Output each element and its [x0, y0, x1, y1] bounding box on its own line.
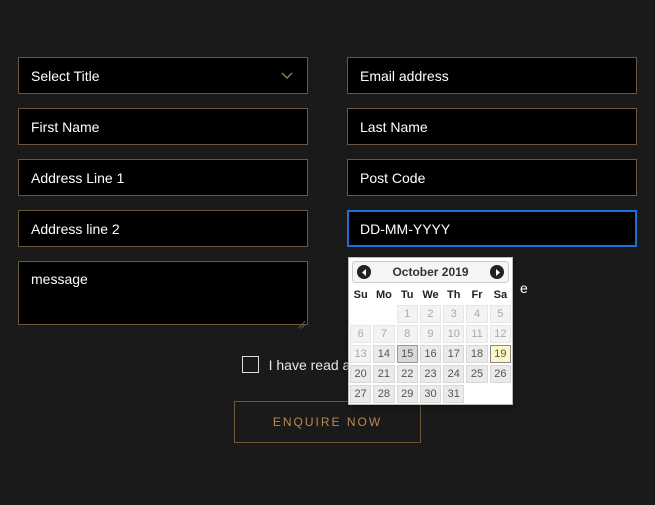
- obscured-text-tail: e: [520, 280, 528, 296]
- datepicker-day[interactable]: 31: [443, 385, 464, 403]
- datepicker-dow: Tu: [396, 286, 419, 304]
- datepicker-day[interactable]: 15: [397, 345, 418, 363]
- datepicker-day[interactable]: 14: [373, 345, 394, 363]
- datepicker-week: 2728293031: [349, 384, 512, 404]
- datepicker-day[interactable]: 12: [490, 325, 511, 343]
- datepicker-day[interactable]: 6: [350, 325, 371, 343]
- datepicker-grid: SuMoTuWeThFrSa 1234567891011121314151617…: [349, 286, 512, 404]
- next-month-button[interactable]: [490, 265, 504, 279]
- consent-row: I have read and agree t: [18, 356, 637, 373]
- date-field[interactable]: [347, 210, 637, 247]
- datepicker[interactable]: October 2019 SuMoTuWeThFrSa 123456789101…: [348, 257, 513, 405]
- datepicker-day[interactable]: 2: [420, 305, 441, 323]
- datepicker-day[interactable]: 1: [397, 305, 418, 323]
- datepicker-day[interactable]: 8: [397, 325, 418, 343]
- datepicker-day[interactable]: 27: [350, 385, 371, 403]
- title-select-value[interactable]: [18, 57, 308, 94]
- datepicker-day[interactable]: 17: [443, 345, 464, 363]
- datepicker-dow: Sa: [489, 286, 512, 304]
- datepicker-day[interactable]: 19: [490, 345, 511, 363]
- address1-field[interactable]: [18, 159, 308, 196]
- datepicker-day[interactable]: 7: [373, 325, 394, 343]
- prev-month-button[interactable]: [357, 265, 371, 279]
- datepicker-dow-row: SuMoTuWeThFrSa: [349, 286, 512, 304]
- firstname-field[interactable]: [18, 108, 308, 145]
- datepicker-day[interactable]: 26: [490, 365, 511, 383]
- datepicker-day[interactable]: 23: [420, 365, 441, 383]
- datepicker-empty: [373, 312, 394, 316]
- datepicker-week: 20212223242526: [349, 364, 512, 384]
- enquiry-form: I have read and agree t ENQUIRE NOW: [0, 0, 655, 443]
- datepicker-day[interactable]: 11: [466, 325, 487, 343]
- datepicker-day[interactable]: 3: [443, 305, 464, 323]
- postcode-field[interactable]: [347, 159, 637, 196]
- datepicker-day[interactable]: 20: [350, 365, 371, 383]
- datepicker-title: October 2019: [392, 265, 468, 279]
- datepicker-header: October 2019: [352, 261, 509, 283]
- title-select[interactable]: [18, 57, 308, 94]
- datepicker-day[interactable]: 18: [466, 345, 487, 363]
- datepicker-day[interactable]: 22: [397, 365, 418, 383]
- datepicker-day[interactable]: 28: [373, 385, 394, 403]
- datepicker-day[interactable]: 13: [350, 345, 371, 363]
- datepicker-dow: Th: [442, 286, 465, 304]
- datepicker-dow: We: [419, 286, 442, 304]
- email-field[interactable]: [347, 57, 637, 94]
- datepicker-dow: Mo: [372, 286, 395, 304]
- datepicker-day[interactable]: 21: [373, 365, 394, 383]
- datepicker-body: 1234567891011121314151617181920212223242…: [349, 304, 512, 404]
- datepicker-week: 12345: [349, 304, 512, 324]
- datepicker-day[interactable]: 16: [420, 345, 441, 363]
- datepicker-empty: [490, 392, 511, 396]
- datepicker-week: 6789101112: [349, 324, 512, 344]
- datepicker-empty: [466, 392, 487, 396]
- lastname-field[interactable]: [347, 108, 637, 145]
- datepicker-day[interactable]: 29: [397, 385, 418, 403]
- datepicker-day[interactable]: 10: [443, 325, 464, 343]
- datepicker-day[interactable]: 5: [490, 305, 511, 323]
- consent-checkbox[interactable]: [242, 356, 259, 373]
- datepicker-day[interactable]: 25: [466, 365, 487, 383]
- message-field[interactable]: [18, 261, 308, 325]
- datepicker-day[interactable]: 9: [420, 325, 441, 343]
- datepicker-week: 13141516171819: [349, 344, 512, 364]
- datepicker-day[interactable]: 4: [466, 305, 487, 323]
- datepicker-dow: Su: [349, 286, 372, 304]
- enquire-button[interactable]: ENQUIRE NOW: [234, 401, 421, 443]
- datepicker-dow: Fr: [465, 286, 488, 304]
- datepicker-day[interactable]: 24: [443, 365, 464, 383]
- datepicker-day[interactable]: 30: [420, 385, 441, 403]
- address2-field[interactable]: [18, 210, 308, 247]
- datepicker-empty: [350, 312, 371, 316]
